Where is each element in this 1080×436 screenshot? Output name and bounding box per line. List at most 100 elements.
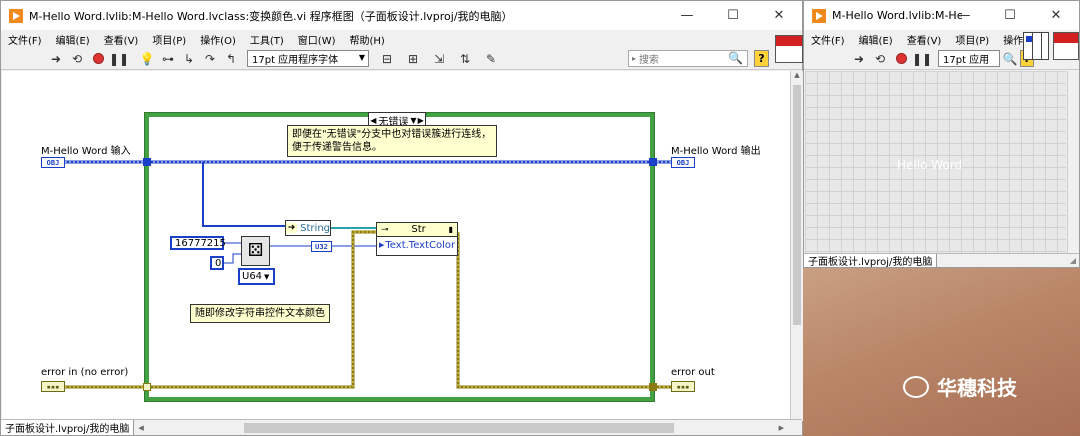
convert-to-u32-label: U32	[315, 242, 328, 251]
context-help-label: ?	[758, 52, 765, 65]
horizontal-scroll-thumb[interactable]	[243, 422, 674, 433]
error-in-label: error in (no error)	[41, 367, 129, 378]
step-into-icon[interactable]: ↳	[181, 51, 197, 67]
menu-tools[interactable]: 工具(T)	[243, 32, 291, 47]
align-objects-icon[interactable]: ⊟	[379, 51, 395, 67]
cleanup-diagram-icon[interactable]: ✎	[483, 51, 499, 67]
fp-title-bar: M-Hello Word.lvlib:M-Hello — ☐ ✕	[804, 1, 1079, 30]
output-label: M-Hello Word 输出	[671, 146, 761, 157]
close-button[interactable]: ✕	[756, 1, 802, 30]
vertical-scroll-thumb[interactable]	[793, 85, 801, 325]
fp-run-arrow-icon[interactable]: ➜	[851, 51, 867, 67]
convert-to-u32-node[interactable]: U32	[311, 241, 332, 252]
menu-file[interactable]: 文件(F)	[1, 32, 49, 47]
menu-help[interactable]: 帮助(H)	[343, 32, 392, 47]
class-input-tag: OBJ	[46, 158, 60, 167]
step-out-icon[interactable]: ↰	[223, 51, 239, 67]
fp-minimize-button[interactable]: —	[941, 1, 987, 30]
reference-icon: ⊸	[381, 224, 389, 235]
input-label: M-Hello Word 输入	[41, 146, 131, 157]
context-help-button[interactable]: ?	[754, 50, 769, 67]
front-panel-window: M-Hello Word.lvlib:M-Hello — ☐ ✕ 文件(F) 编…	[803, 0, 1080, 268]
random-type-value: U64	[242, 271, 263, 282]
search-scope-icon: ▸	[632, 54, 637, 63]
labview-logo-icon	[9, 8, 23, 23]
step-over-icon[interactable]: ↷	[202, 51, 218, 67]
property-item[interactable]: ▶ Text.TextColor	[377, 237, 457, 253]
random-number-range-node[interactable]: ⚄	[241, 236, 270, 266]
fp-window-controls: — ☐ ✕	[941, 1, 1079, 30]
fp-maximize-button[interactable]: ☐	[987, 1, 1033, 30]
chevron-down-icon: ▼	[358, 53, 365, 62]
selector-dropdown-icon[interactable]: ▼	[410, 116, 416, 125]
title-bar: M-Hello Word.lvlib:M-Hello Word.lvclass:…	[1, 1, 802, 30]
class-output-terminal[interactable]: OBJ	[671, 157, 695, 168]
fp-close-button[interactable]: ✕	[1033, 1, 1079, 30]
error-out-terminal[interactable]: ▪▪▪	[671, 381, 695, 392]
search-input[interactable]: ▸ 搜索 🔍	[628, 50, 748, 67]
watermark: 华穗科技	[903, 372, 1017, 401]
run-arrow-icon[interactable]: ➜	[48, 51, 64, 67]
block-diagram-canvas[interactable]: ◀ 无错误 ▼ ▶ 即便在"无错误"分支中也对错误簇进行连线，便于传递警告信息。…	[2, 71, 790, 421]
to-more-specific-label: String	[300, 222, 330, 234]
menu-view[interactable]: 查看(V)	[97, 32, 146, 47]
scroll-right-icon[interactable]: ▶	[779, 424, 784, 432]
dice-icon: ⚄	[247, 240, 264, 261]
window-controls: — ☐ ✕	[664, 1, 802, 30]
fp-menu-file[interactable]: 文件(F)	[804, 32, 852, 47]
vi-icon	[775, 35, 803, 63]
numeric-constant-max[interactable]: 16777215	[170, 236, 226, 250]
abort-icon[interactable]	[90, 51, 106, 67]
class-output-tunnel[interactable]	[649, 158, 657, 166]
fp-abort-icon[interactable]	[893, 51, 909, 67]
property-node[interactable]: ⊸ Str ▮ ▶ Text.TextColor	[376, 222, 458, 256]
error-in-terminal[interactable]: ▪▪▪	[41, 381, 65, 392]
numeric-constant-min[interactable]: 0	[210, 256, 224, 270]
fp-menu-view[interactable]: 查看(V)	[900, 32, 949, 47]
scroll-up-icon[interactable]: ▲	[791, 71, 803, 83]
fp-search-icon[interactable]: 🔍	[1002, 51, 1018, 67]
error-in-tag: ▪▪▪	[46, 382, 60, 391]
fp-font-select[interactable]: 17pt 应用	[938, 50, 1000, 67]
highlight-execution-icon[interactable]: 💡	[139, 51, 155, 67]
comment-error-wiring: 即便在"无错误"分支中也对错误簇进行连线，便于传递警告信息。	[287, 125, 497, 157]
vertical-scrollbar[interactable]: ▲	[790, 71, 803, 421]
fp-vi-icon	[1053, 32, 1079, 60]
fp-vertical-scrollbar[interactable]	[1067, 71, 1079, 255]
menu-window[interactable]: 窗口(W)	[291, 32, 343, 47]
retain-wire-values-icon[interactable]: ⊶	[160, 51, 176, 67]
reorder-icon[interactable]: ⇅	[457, 51, 473, 67]
class-input-tunnel[interactable]	[143, 158, 151, 166]
front-panel-canvas[interactable]: Hello Word	[805, 71, 1066, 255]
fp-pause-icon[interactable]: ❚❚	[912, 51, 932, 67]
font-select[interactable]: 17pt 应用程序字体 ▼	[247, 50, 369, 67]
property-node-header: ⊸ Str ▮	[377, 223, 457, 237]
selector-next-icon[interactable]: ▶	[418, 116, 424, 125]
search-icon[interactable]: 🔍	[728, 51, 743, 65]
resize-objects-icon[interactable]: ⇲	[431, 51, 447, 67]
class-output-tag: OBJ	[676, 158, 690, 167]
search-placeholder: 搜索	[639, 55, 660, 66]
minimize-button[interactable]: —	[664, 1, 710, 30]
pause-icon[interactable]: ❚❚	[109, 51, 129, 67]
scroll-left-icon[interactable]: ◀	[138, 424, 143, 432]
to-more-specific-class-node[interactable]: ➜ String	[285, 220, 331, 236]
fp-resize-grip-icon[interactable]: ◢	[1070, 256, 1076, 265]
run-continuous-icon[interactable]: ⟲	[69, 51, 85, 67]
fp-run-continuous-icon[interactable]: ⟲	[872, 51, 888, 67]
error-input-tunnel[interactable]	[143, 383, 151, 391]
maximize-button[interactable]: ☐	[710, 1, 756, 30]
random-type-dropdown[interactable]: U64 ▼	[238, 268, 275, 285]
error-output-tunnel[interactable]	[649, 383, 657, 391]
menu-operate[interactable]: 操作(O)	[193, 32, 243, 47]
menu-edit[interactable]: 编辑(E)	[49, 32, 97, 47]
property-input-arrow-icon: ▶	[379, 241, 385, 249]
class-input-terminal[interactable]: OBJ	[41, 157, 65, 168]
fp-menu-project[interactable]: 项目(P)	[948, 32, 996, 47]
menu-project[interactable]: 项目(P)	[145, 32, 193, 47]
selector-prev-icon[interactable]: ◀	[370, 116, 376, 125]
wechat-icon	[903, 375, 929, 398]
distribute-objects-icon[interactable]: ⊞	[405, 51, 421, 67]
property-class-label: Str	[411, 224, 426, 235]
fp-menu-edit[interactable]: 编辑(E)	[852, 32, 900, 47]
